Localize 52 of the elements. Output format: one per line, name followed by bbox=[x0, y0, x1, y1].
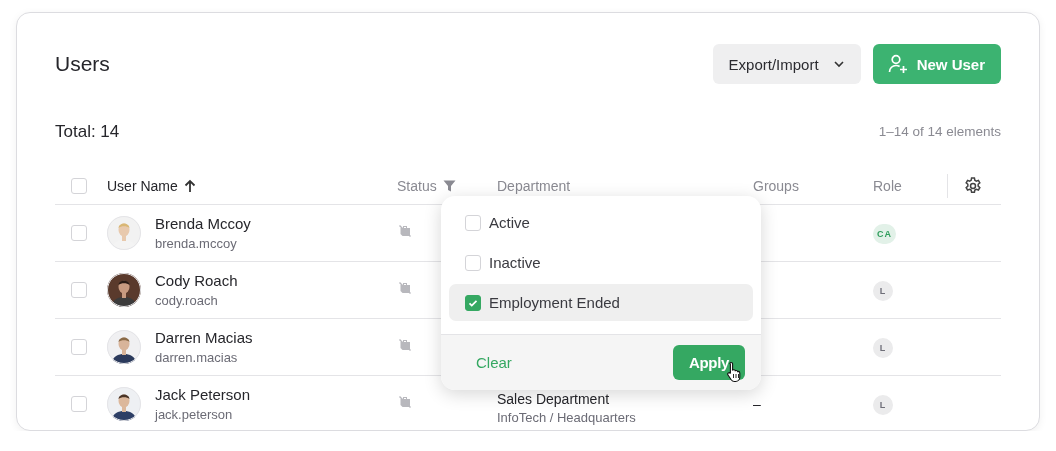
total-count: Total: 14 bbox=[55, 121, 120, 142]
avatar bbox=[107, 216, 141, 250]
chevron-down-icon bbox=[832, 60, 845, 68]
column-header[interactable]: Groups bbox=[753, 178, 799, 194]
department-location: InfoTech / Headquarters bbox=[497, 408, 637, 426]
avatar bbox=[107, 330, 141, 364]
filter-option[interactable]: Inactive bbox=[449, 244, 753, 281]
user-login: jack.peterson bbox=[155, 405, 234, 424]
checkbox[interactable] bbox=[465, 294, 481, 311]
user-login: cody.roach bbox=[155, 291, 219, 310]
column-header[interactable]: Status bbox=[397, 178, 437, 194]
checkbox[interactable] bbox=[71, 282, 87, 298]
user-name: Darren Macias bbox=[155, 327, 253, 348]
user-name: Brenda Mccoy bbox=[155, 213, 251, 234]
clear-button[interactable]: Clear bbox=[476, 354, 512, 371]
role-badge: L bbox=[873, 394, 893, 415]
avatar bbox=[107, 273, 141, 307]
user-name: Jack Peterson bbox=[155, 384, 251, 405]
role-badge: L bbox=[873, 280, 893, 301]
checkbox[interactable] bbox=[71, 225, 87, 241]
user-login: darren.macias bbox=[155, 348, 239, 367]
briefcase-off-icon bbox=[397, 280, 413, 296]
briefcase-off-icon bbox=[397, 394, 413, 410]
settings-icon[interactable] bbox=[963, 176, 983, 196]
filter-option[interactable]: Employment Ended bbox=[449, 284, 753, 321]
column-header[interactable]: User Name bbox=[107, 178, 178, 194]
checkbox[interactable] bbox=[465, 254, 481, 271]
user-name: Cody Roach bbox=[155, 270, 238, 291]
role-badge: CA bbox=[873, 223, 896, 244]
checkbox[interactable] bbox=[71, 396, 87, 412]
filter-icon[interactable] bbox=[442, 180, 456, 192]
checkbox[interactable] bbox=[71, 339, 87, 355]
groups-value: – bbox=[753, 396, 761, 412]
column-header[interactable]: Role bbox=[873, 178, 902, 194]
user-login: brenda.mccoy bbox=[155, 234, 238, 253]
pagination-range: 1–14 of 14 elements bbox=[878, 124, 1001, 139]
new-user-button[interactable]: New User bbox=[872, 44, 1001, 84]
apply-button[interactable]: Apply bbox=[673, 345, 745, 380]
pointer-cursor-icon bbox=[727, 361, 743, 383]
sort-up-icon[interactable] bbox=[183, 179, 196, 193]
page-title: Users bbox=[55, 52, 111, 76]
avatar bbox=[107, 387, 141, 421]
checkbox[interactable] bbox=[465, 214, 481, 231]
department-name: Sales Department bbox=[497, 389, 611, 409]
export-import-button[interactable]: Export/Import bbox=[712, 44, 861, 84]
filter-option[interactable]: Active bbox=[449, 204, 753, 241]
add-user-icon bbox=[886, 53, 909, 75]
checkbox[interactable] bbox=[71, 178, 87, 194]
briefcase-off-icon bbox=[397, 337, 413, 353]
briefcase-off-icon bbox=[397, 223, 413, 239]
role-badge: L bbox=[873, 337, 893, 358]
column-header[interactable]: Department bbox=[497, 178, 571, 194]
